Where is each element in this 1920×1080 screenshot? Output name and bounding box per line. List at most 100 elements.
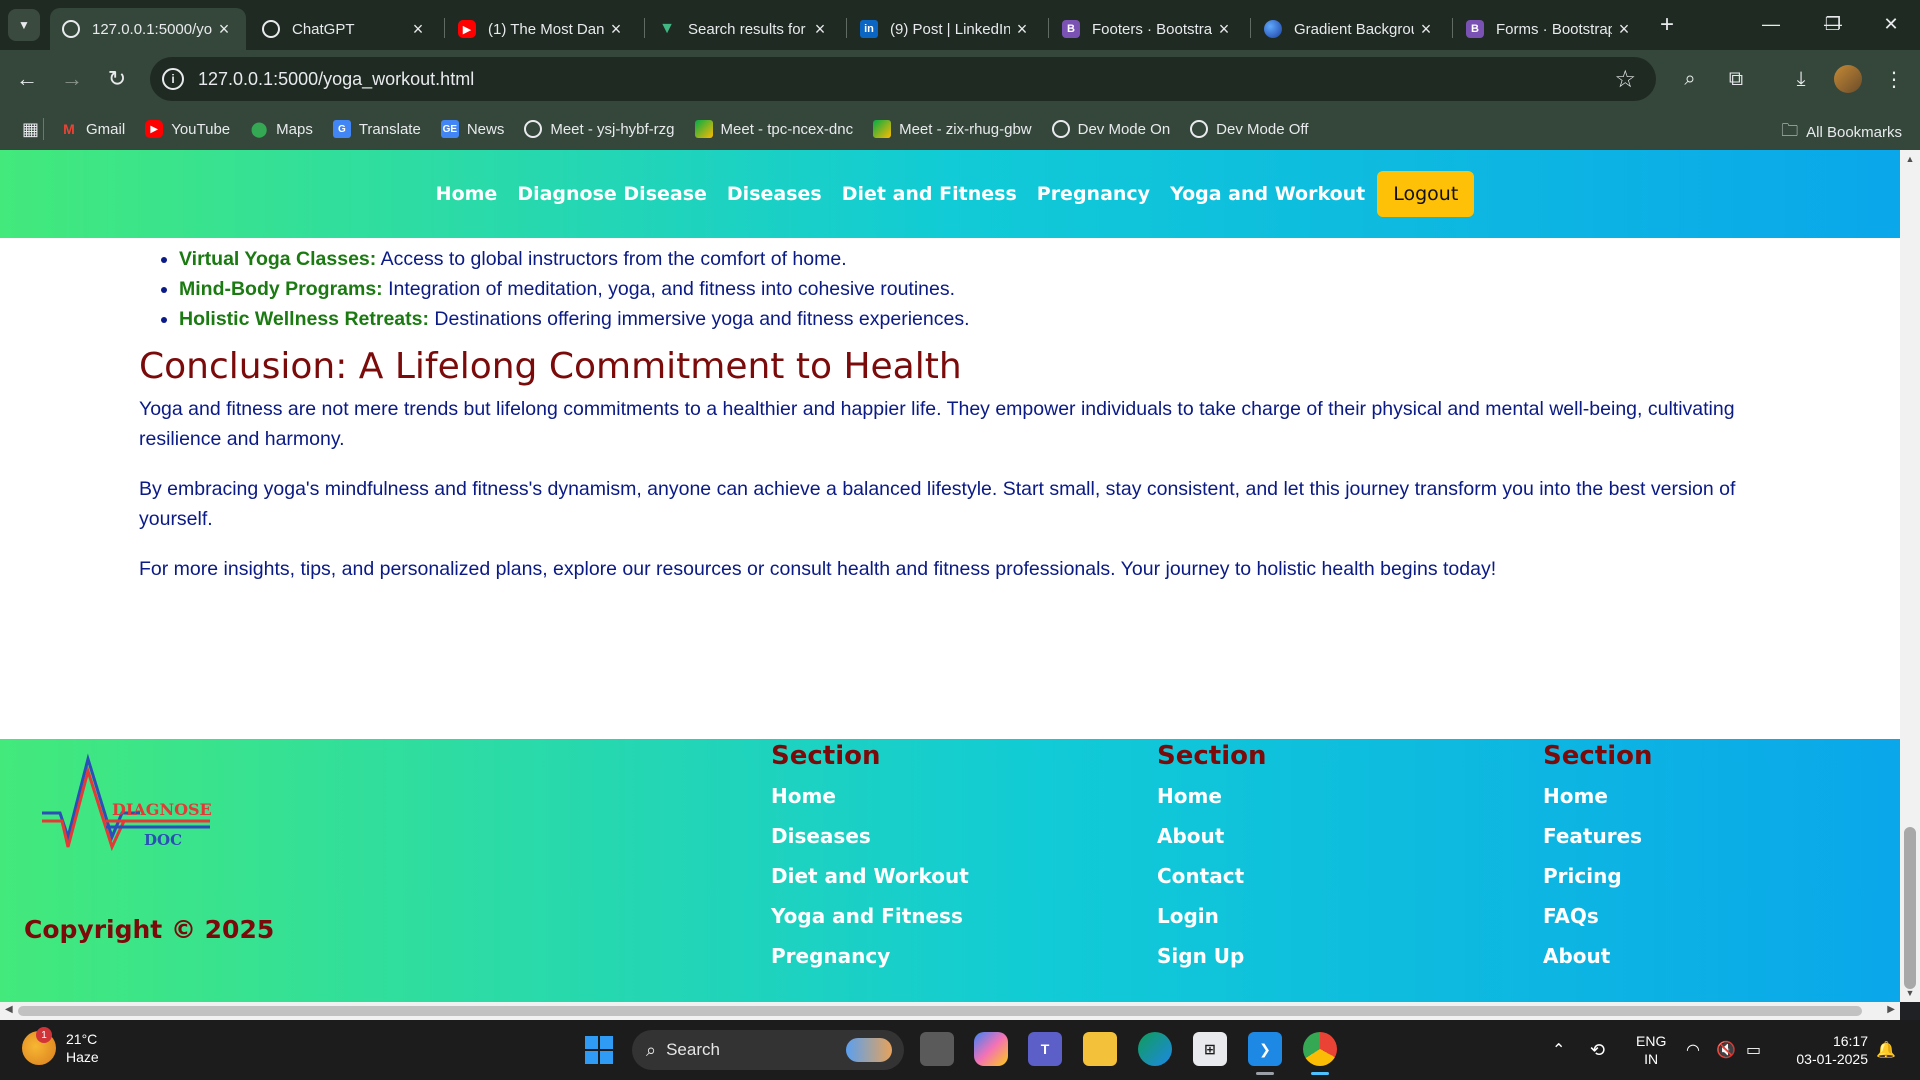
close-icon[interactable]: × [212, 19, 236, 40]
bookmark-star-icon[interactable]: ☆ [1614, 65, 1636, 94]
footer-link-yoga-and-fitness[interactable]: Yoga and Fitness [771, 903, 969, 929]
nav-diagnose-disease[interactable]: Diagnose Disease [517, 183, 707, 205]
reload-button[interactable]: ↻ [100, 62, 134, 96]
apps-grid-icon[interactable]: ▦ [22, 119, 39, 140]
volume-muted-icon[interactable]: 🔇 [1716, 1020, 1736, 1080]
all-bookmarks-button[interactable]: 🗀 All Bookmarks [1781, 118, 1902, 147]
footer-link-diseases[interactable]: Diseases [771, 823, 969, 849]
bookmark-dev-mode-on[interactable]: Dev Mode On [1051, 120, 1171, 138]
diagnose-doc-logo[interactable]: DIAGNOSE DOC [38, 751, 218, 868]
sync-icon[interactable]: ⟲ [1590, 1020, 1605, 1080]
lens-icon[interactable]: ⌕ [1676, 65, 1704, 93]
site-info-icon[interactable]: i [162, 68, 184, 90]
tray-overflow-icon[interactable]: ⌃ [1552, 1020, 1565, 1080]
footer-link-sign-up[interactable]: Sign Up [1157, 943, 1266, 969]
nav-yoga-and-workout[interactable]: Yoga and Workout [1170, 183, 1365, 205]
bookmark-label: Dev Mode On [1077, 120, 1171, 138]
copilot-icon[interactable] [974, 1032, 1008, 1066]
address-bar[interactable]: i 127.0.0.1:5000/yoga_workout.html ☆ [150, 57, 1656, 101]
tab-bootstrap-footers[interactable]: B Footers · Bootstrap × [1050, 8, 1246, 50]
bookmark-youtube[interactable]: ▶ YouTube [145, 120, 230, 138]
close-icon[interactable]: × [1010, 19, 1034, 40]
close-window-icon[interactable]: ✕ [1868, 8, 1914, 40]
forward-button[interactable]: → [55, 62, 89, 96]
tab-linkedin[interactable]: in (9) Post | LinkedIn × [848, 8, 1044, 50]
notifications-bell-icon[interactable]: 🔔 [1876, 1020, 1896, 1080]
footer-link-login[interactable]: Login [1157, 903, 1266, 929]
footer-link-home[interactable]: Home [771, 783, 969, 809]
globe-icon [1051, 120, 1070, 138]
chrome-icon[interactable] [1303, 1032, 1337, 1075]
bookmark-meet-2[interactable]: Meet - tpc-ncex-dnc [694, 120, 853, 138]
nav-diet-and-fitness[interactable]: Diet and Fitness [842, 183, 1017, 205]
restore-icon[interactable]: ❐ [1810, 8, 1856, 40]
nav-pregnancy[interactable]: Pregnancy [1037, 183, 1150, 205]
tab-search-button[interactable]: ▼ [8, 9, 40, 41]
close-icon[interactable]: × [406, 19, 430, 40]
vscode-icon[interactable]: ❯ [1248, 1032, 1282, 1075]
bookmark-news[interactable]: GE News [440, 120, 504, 138]
tab-youtube[interactable]: ▶ (1) The Most Dangerous × [446, 8, 638, 50]
teams-icon[interactable]: T [1028, 1032, 1062, 1066]
download-icon[interactable]: ⤓ [1787, 65, 1815, 93]
address-url[interactable]: 127.0.0.1:5000/yoga_workout.html [198, 69, 1614, 90]
scroll-down-arrow-icon[interactable]: ▼ [1900, 988, 1920, 998]
footer-link-contact[interactable]: Contact [1157, 863, 1266, 889]
footer-link-about[interactable]: About [1157, 823, 1266, 849]
close-icon[interactable]: × [1414, 19, 1438, 40]
wifi-icon[interactable]: ◠ [1686, 1020, 1700, 1080]
bookmark-dev-mode-off[interactable]: Dev Mode Off [1190, 120, 1308, 138]
edge-icon[interactable] [1138, 1032, 1172, 1066]
bookmark-meet-1[interactable]: Meet - ysj-hybf-rzg [524, 120, 675, 138]
horizontal-scrollbar[interactable]: ◀ ▶ [0, 1002, 1900, 1020]
footer-link-pricing[interactable]: Pricing [1543, 863, 1652, 889]
bookmark-maps[interactable]: ⬤ Maps [250, 120, 313, 139]
footer-link-features[interactable]: Features [1543, 823, 1652, 849]
language-indicator[interactable]: ENG IN [1636, 1020, 1666, 1080]
close-icon[interactable]: × [1212, 19, 1236, 40]
tab-gradient-background[interactable]: Gradient Background × [1252, 8, 1448, 50]
nav-home[interactable]: Home [436, 183, 498, 205]
menu-icon[interactable]: ⋮ [1880, 65, 1908, 93]
bookmark-gmail[interactable]: M Gmail [60, 120, 125, 138]
extensions-icon[interactable]: ⧉ [1722, 65, 1750, 93]
footer-column-title: Section [771, 741, 881, 771]
scroll-left-arrow-icon[interactable]: ◀ [5, 1004, 13, 1015]
microsoft-store-icon[interactable]: ⊞ [1193, 1032, 1227, 1066]
tab-yoga-workout[interactable]: 127.0.0.1:5000/yoga_workout.html × [50, 8, 246, 50]
list-text: Destinations offering immersive yoga and… [428, 308, 970, 330]
footer-link-home[interactable]: Home [1157, 783, 1266, 809]
file-explorer-icon[interactable] [1083, 1032, 1117, 1066]
new-tab-button[interactable]: + [1652, 10, 1682, 40]
vertical-scrollbar[interactable]: ▲ ▼ [1900, 150, 1920, 1002]
weather-widget[interactable]: 1 21°C Haze [22, 1027, 99, 1066]
back-button[interactable]: ← [10, 62, 44, 96]
vertical-scroll-thumb[interactable] [1904, 827, 1916, 989]
profile-avatar[interactable] [1834, 65, 1862, 93]
footer-link-diet-and-workout[interactable]: Diet and Workout [771, 863, 969, 889]
nav-diseases[interactable]: Diseases [727, 183, 822, 205]
horizontal-scroll-thumb[interactable] [18, 1006, 1862, 1016]
bookmarks-bar: ▦ M Gmail ▶ YouTube ⬤ Maps G Translate GE New… [0, 108, 1920, 150]
close-icon[interactable]: × [604, 19, 628, 40]
battery-icon[interactable]: ▭ [1746, 1020, 1761, 1080]
footer-link-faqs[interactable]: FAQs [1543, 903, 1652, 929]
task-view-icon[interactable] [920, 1032, 954, 1066]
bookmark-meet-3[interactable]: Meet - zix-rhug-gbw [873, 120, 1032, 138]
close-icon[interactable]: × [1612, 19, 1636, 40]
minimize-icon[interactable]: — [1748, 8, 1794, 40]
scroll-up-arrow-icon[interactable]: ▲ [1900, 154, 1920, 164]
tab-bootstrap-forms[interactable]: B Forms · Bootstrap × [1454, 8, 1646, 50]
bookmark-translate[interactable]: G Translate [332, 120, 421, 138]
system-clock[interactable]: 16:17 03-01-2025 [1796, 1032, 1868, 1068]
tab-chatgpt[interactable]: ChatGPT × [250, 8, 440, 50]
windows-start-icon[interactable] [585, 1036, 613, 1064]
footer-link-pregnancy[interactable]: Pregnancy [771, 943, 969, 969]
close-icon[interactable]: × [808, 19, 832, 40]
scroll-right-arrow-icon[interactable]: ▶ [1887, 1004, 1895, 1015]
footer-link-about[interactable]: About [1543, 943, 1652, 969]
logout-button[interactable]: Logout [1377, 171, 1475, 217]
footer-link-home[interactable]: Home [1543, 783, 1652, 809]
tab-search-results[interactable]: ▼ Search results for × [646, 8, 842, 50]
taskbar-search-box[interactable]: ⌕ Search [632, 1030, 904, 1070]
